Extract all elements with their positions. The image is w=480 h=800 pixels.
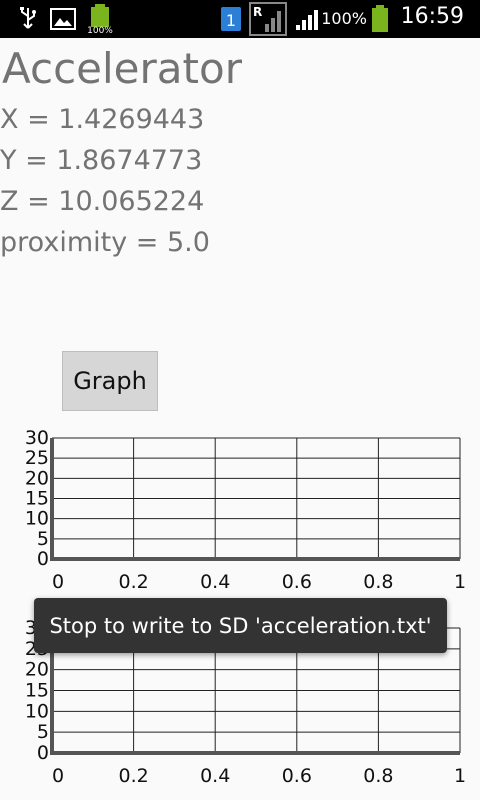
x-tick-label: 0.4 bbox=[200, 571, 230, 593]
notification-count: 1 bbox=[226, 11, 236, 30]
x-tick-label: 1 bbox=[454, 765, 466, 787]
signal-icon bbox=[295, 7, 323, 35]
reading-x: X = 1.4269443 bbox=[0, 104, 205, 135]
graph-button[interactable]: Graph bbox=[62, 351, 158, 411]
x-tick-label: 0.8 bbox=[363, 765, 393, 787]
notification-count-icon: 1 bbox=[220, 6, 242, 36]
x-tick-label: 0.2 bbox=[118, 765, 148, 787]
usb-icon bbox=[16, 6, 40, 36]
y-tick-label: 30 bbox=[25, 430, 49, 449]
y-tick-label: 10 bbox=[25, 700, 49, 722]
reading-y: Y = 1.8674773 bbox=[0, 145, 203, 176]
chart-top: 051015202530 0 0.2 0.4 0.6 0.8 1 bbox=[25, 430, 466, 593]
x-tick-label: 0.6 bbox=[282, 571, 312, 593]
app-title: Accelerator bbox=[2, 44, 242, 93]
clock: 16:59 bbox=[400, 4, 464, 29]
y-tick-label: 20 bbox=[25, 659, 49, 681]
y-tick-label: 0 bbox=[37, 742, 49, 764]
reading-z: Z = 10.065224 bbox=[0, 186, 205, 217]
x-tick-label: 0.6 bbox=[282, 765, 312, 787]
gallery-icon bbox=[50, 7, 76, 35]
battery-icon bbox=[370, 5, 390, 37]
y-tick-label: 0 bbox=[37, 548, 49, 570]
roaming-signal-icon: R bbox=[249, 2, 287, 40]
toast-message: Stop to write to SD 'acceleration.txt' bbox=[34, 598, 447, 653]
y-tick-label: 10 bbox=[25, 508, 49, 530]
x-tick-label: 0.4 bbox=[200, 765, 230, 787]
y-tick-label: 25 bbox=[25, 447, 49, 469]
x-tick-label: 0 bbox=[52, 571, 64, 593]
battery-small-label: 100% bbox=[87, 26, 113, 34]
x-tick-label: 0 bbox=[52, 765, 64, 787]
y-tick-label: 20 bbox=[25, 467, 49, 489]
y-tick-label: 5 bbox=[37, 528, 49, 550]
y-tick-label: 15 bbox=[25, 488, 49, 510]
battery-small-icon: 100% bbox=[86, 4, 114, 38]
battery-percent: 100% bbox=[321, 9, 367, 28]
x-tick-label: 1 bbox=[454, 571, 466, 593]
x-tick-label: 0.2 bbox=[118, 571, 148, 593]
status-bar: 100% 1 R 100% 16:59 bbox=[0, 0, 480, 38]
y-tick-label: 15 bbox=[25, 680, 49, 702]
x-tick-label: 0.8 bbox=[363, 571, 393, 593]
y-tick-label: 5 bbox=[37, 721, 49, 743]
roaming-label: R bbox=[253, 5, 262, 19]
reading-proximity: proximity = 5.0 bbox=[0, 227, 210, 258]
